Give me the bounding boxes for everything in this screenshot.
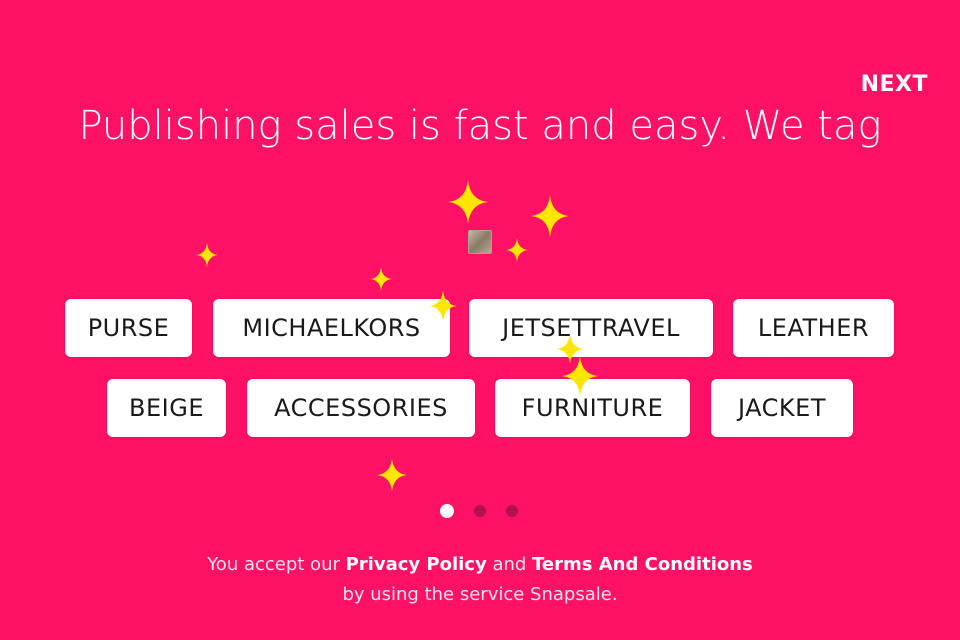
- legal-prefix: You accept our: [207, 554, 340, 575]
- tag-label: MICHAELKORS: [242, 314, 421, 342]
- tag-label: JETSETTRAVEL: [502, 314, 680, 342]
- sparkle-icon: [377, 458, 407, 492]
- tag-label: LEATHER: [757, 314, 870, 342]
- sparkle-icon: [531, 195, 569, 237]
- sparkle-icon: [370, 267, 392, 291]
- tag-beige[interactable]: BEIGE: [107, 379, 226, 437]
- legal-and: and: [492, 554, 527, 575]
- tag-michaelkors[interactable]: MICHAELKORS: [213, 299, 450, 357]
- sparkle-icon: [448, 180, 488, 224]
- tag-label: BEIGE: [129, 394, 204, 422]
- page-dot-active[interactable]: [440, 504, 454, 518]
- tag-jacket[interactable]: JACKET: [711, 379, 853, 437]
- page-dot[interactable]: [506, 505, 518, 517]
- tag-label: JACKET: [738, 394, 826, 422]
- legal-line-1: You accept our Privacy Policy and Terms …: [0, 550, 960, 580]
- tag-purse[interactable]: PURSE: [65, 299, 192, 357]
- sparkle-icon: [562, 356, 598, 396]
- sparkle-icon: [429, 290, 457, 322]
- next-button[interactable]: NEXT: [861, 72, 928, 97]
- legal-notice: You accept our Privacy Policy and Terms …: [0, 550, 960, 610]
- privacy-policy-link[interactable]: Privacy Policy: [346, 554, 487, 575]
- sparkle-icon: [196, 242, 218, 268]
- tag-leather[interactable]: LEATHER: [733, 299, 894, 357]
- tag-jetsettravel[interactable]: JETSETTRAVEL: [469, 299, 713, 357]
- terms-link[interactable]: Terms And Conditions: [532, 554, 753, 575]
- tag-label: ACCESSORIES: [274, 394, 448, 422]
- onboarding-headline: Publishing sales is fast and easy. We ta…: [78, 103, 882, 149]
- tag-label: FURNITURE: [521, 394, 664, 422]
- tag-accessories[interactable]: ACCESSORIES: [247, 379, 475, 437]
- sparkle-icon: [506, 238, 528, 262]
- page-dot[interactable]: [474, 505, 486, 517]
- tag-label: PURSE: [87, 314, 170, 342]
- legal-line-2: by using the service Snapsale.: [342, 584, 618, 605]
- product-thumbnail: [468, 230, 492, 254]
